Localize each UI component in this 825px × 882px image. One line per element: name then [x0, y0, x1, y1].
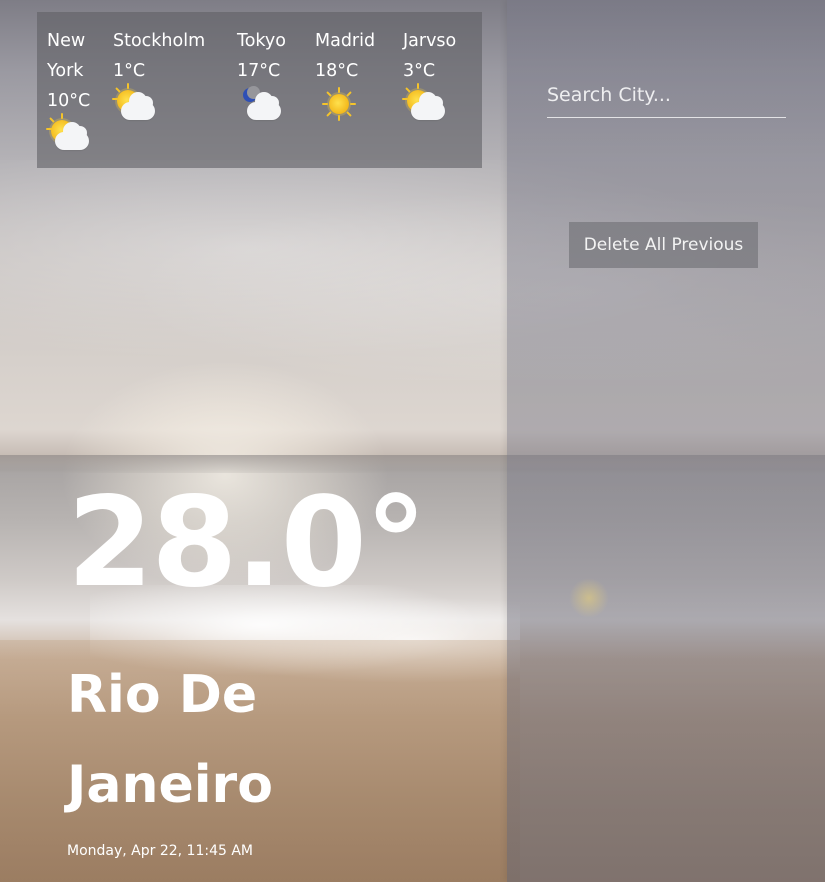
current-datetime: Monday, Apr 22, 11:45 AM — [67, 843, 254, 859]
delete-all-previous-button[interactable]: Delete All Previous — [569, 222, 758, 268]
city-name: York — [47, 61, 84, 81]
search-city-input[interactable] — [547, 72, 786, 117]
partly-cloudy-day-icon — [112, 83, 155, 122]
city-name: New — [47, 31, 86, 51]
city-temperature: 3°C — [403, 61, 436, 81]
current-temperature: 28.0° — [67, 471, 427, 615]
city-temperature: 17°C — [237, 61, 281, 81]
sidebar-panel: Delete All Previous — [507, 0, 825, 882]
current-city-line1: Rio De — [67, 665, 258, 725]
sunny-icon — [315, 86, 356, 122]
cities-forecast-strip: New York 10°C Stockholm 1°C Tokyo 17°C M… — [37, 12, 482, 168]
city-card-new-york[interactable]: New York 10°C — [46, 26, 91, 152]
city-name: Tokyo — [237, 31, 286, 51]
city-name: Madrid — [315, 31, 376, 51]
city-name: Stockholm — [113, 31, 206, 51]
partly-cloudy-day-icon — [402, 83, 445, 122]
city-card-stockholm[interactable]: Stockholm 1°C — [112, 26, 206, 122]
partly-cloudy-day-icon — [46, 113, 89, 152]
partly-cloudy-night-icon — [237, 86, 281, 122]
city-name: Jarvso — [403, 31, 457, 51]
city-temperature: 1°C — [113, 61, 146, 81]
city-card-tokyo[interactable]: Tokyo 17°C — [237, 26, 286, 122]
current-city-line2: Janeiro — [67, 755, 273, 815]
search-city-field[interactable] — [547, 72, 786, 118]
blurred-sun-reflection — [569, 578, 609, 618]
city-temperature: 10°C — [47, 91, 91, 111]
city-card-madrid[interactable]: Madrid 18°C — [315, 26, 375, 122]
city-card-jarvso[interactable]: Jarvso 3°C — [402, 26, 457, 122]
current-city-name: Rio De Janeiro — [67, 650, 487, 830]
frosted-overlay — [507, 0, 825, 882]
city-temperature: 18°C — [315, 61, 359, 81]
